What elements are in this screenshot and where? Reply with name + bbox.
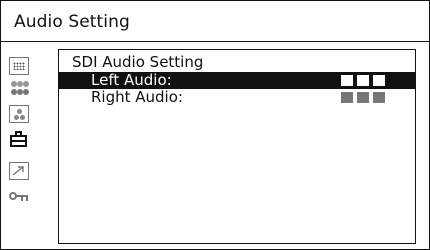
menu-item-label: Right Audio:: [91, 88, 183, 106]
function-dot: [17, 109, 22, 114]
status-icon-dots: [13, 62, 25, 70]
menu-panel: SDI Audio Setting Left Audio: Right Audi…: [58, 49, 416, 244]
level-block: [357, 75, 369, 86]
key-lock-icon[interactable]: [9, 189, 29, 207]
level-block: [373, 75, 385, 86]
level-block: [373, 92, 385, 103]
menu-item-right-audio[interactable]: Right Audio:: [59, 89, 415, 106]
audio-setting-icon[interactable]: [9, 131, 29, 149]
title-divider: [1, 41, 429, 42]
tool-icon[interactable]: [9, 162, 29, 180]
window-title: Audio Setting: [14, 12, 130, 32]
status-icon[interactable]: [9, 57, 29, 75]
key-tooth: [26, 195, 28, 201]
menu-header-label: SDI Audio Setting: [72, 53, 204, 71]
arrow-icon: [12, 166, 24, 176]
color-dot: [23, 89, 29, 95]
function-icon[interactable]: [9, 105, 29, 123]
level-block: [341, 92, 353, 103]
level-block: [341, 75, 353, 86]
menu-item-left-audio[interactable]: Left Audio:: [59, 72, 415, 89]
osd-window: Audio Setting SDI Audio Setting Left Aud…: [0, 0, 430, 250]
key-tooth: [21, 195, 23, 201]
function-dot: [20, 115, 25, 120]
function-dot: [14, 115, 19, 120]
level-block: [357, 92, 369, 103]
menu-header: SDI Audio Setting: [59, 54, 415, 71]
color-temp-icon[interactable]: [9, 80, 29, 98]
menu-item-label: Left Audio:: [91, 71, 172, 89]
color-dot: [23, 81, 29, 87]
briefcase-band: [10, 140, 27, 142]
